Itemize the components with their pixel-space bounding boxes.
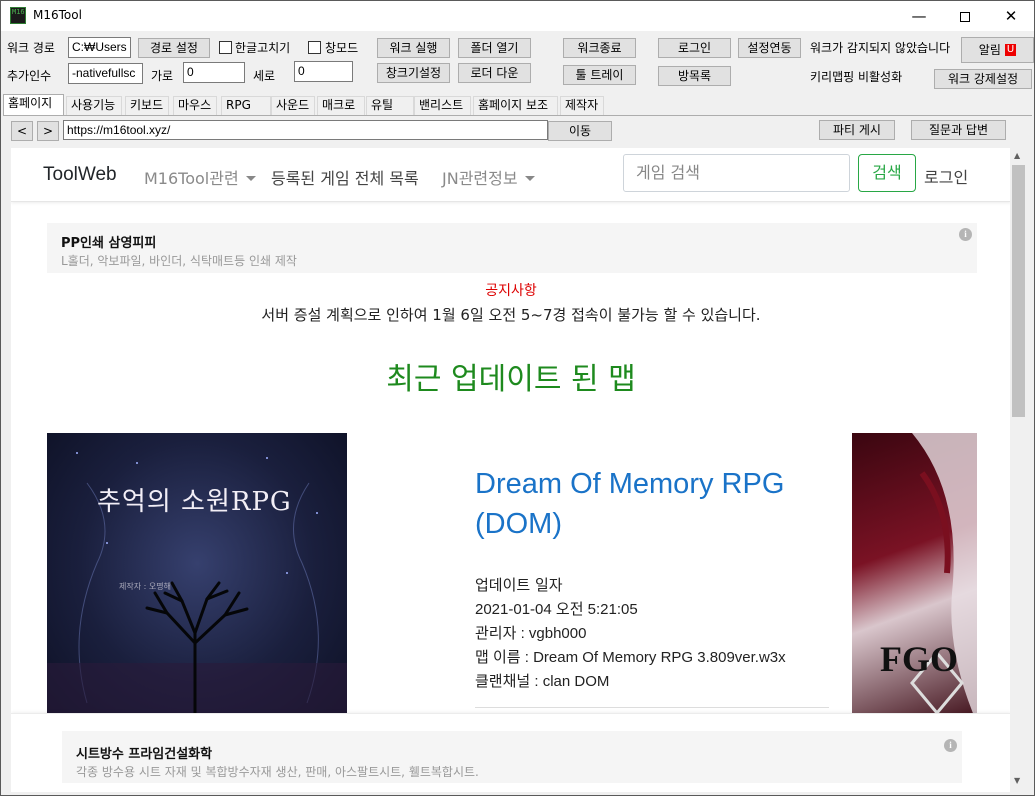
force-work-setting-button[interactable]: 워크 강제설정 — [934, 69, 1032, 89]
info-icon[interactable]: i — [944, 739, 957, 752]
ad-description: 각종 방수용 시트 자재 및 복합방수자재 생산, 판매, 아스팔트시트, 휄트… — [76, 765, 479, 779]
tab-homepage-assist[interactable]: 홈페이지 보조 — [473, 96, 558, 115]
caret-down-icon — [245, 176, 256, 181]
party-board-button[interactable]: 파티 게시 — [819, 120, 895, 140]
app-icon: M16 — [10, 7, 26, 24]
scroll-thumb[interactable] — [1012, 165, 1025, 417]
scroll-down-icon[interactable]: ▼ — [1014, 776, 1020, 785]
map-cover-image-2[interactable]: FGO — [852, 433, 977, 723]
work-run-button[interactable]: 워크 실행 — [377, 38, 450, 58]
bottom-ad-area: 시트방수 프라임건설화학 각종 방수용 시트 자재 및 복합방수자재 생산, 판… — [11, 713, 1011, 792]
extra-args-label: 추가인수 — [7, 69, 52, 83]
back-arrow-icon: < — [16, 124, 28, 138]
keymap-status-text: 키리맵핑 비활성화 — [810, 70, 903, 84]
tab-macro[interactable]: 매크로 — [317, 96, 365, 115]
extra-args-input[interactable]: -nativefullsc — [68, 63, 143, 84]
caret-down-icon — [524, 176, 535, 181]
site-login-link[interactable]: 로그인 — [924, 164, 968, 188]
clan-channel: 클랜채널 : clan DOM — [475, 673, 610, 690]
title-bar[interactable]: M16 M16Tool — ✕ — [1, 1, 1034, 31]
tab-author[interactable]: 제작자 — [560, 96, 604, 115]
tab-sound[interactable]: 사운드 — [271, 96, 315, 115]
alarm-button[interactable]: 알림 U — [961, 37, 1034, 63]
work-exit-button[interactable]: 워크종료 — [563, 38, 636, 58]
maximize-icon — [960, 11, 970, 22]
ad-banner-bottom[interactable]: 시트방수 프라임건설화학 각종 방수용 시트 자재 및 복합방수자재 생산, 판… — [62, 731, 962, 783]
cover-title: 추억의 소원RPG — [97, 487, 292, 517]
tab-homepage[interactable]: 홈페이지 — [3, 94, 64, 115]
open-folder-button[interactable]: 폴더 열기 — [458, 38, 531, 58]
ad-description: L홀더, 악보파일, 바인더, 식탁매트등 인쇄 제작 — [61, 254, 297, 268]
tool-tray-button[interactable]: 툴 트레이 — [563, 65, 636, 85]
nav-all-games[interactable]: 등록된 게임 전체 목록 — [271, 165, 419, 189]
qna-button[interactable]: 질문과 답변 — [911, 120, 1006, 140]
map-cover-image[interactable]: 추억의 소원RPG 제작자 : 오명해 — [47, 433, 347, 723]
loader-download-button[interactable]: 로더 다운 — [458, 63, 531, 83]
map-filename: 맵 이름 : Dream Of Memory RPG 3.809ver.w3x — [475, 649, 786, 666]
ad-title: 시트방수 프라임건설화학 — [76, 747, 213, 762]
settings-link-button[interactable]: 설정연동 — [738, 38, 801, 58]
hangul-fix-label: 한글고치기 — [235, 41, 291, 55]
alarm-badge: U — [1004, 44, 1017, 56]
site-brand[interactable]: ToolWeb — [43, 164, 117, 186]
tree-illustration — [47, 452, 347, 723]
search-button[interactable]: 검색 — [858, 154, 916, 192]
hangul-fix-checkbox[interactable] — [219, 41, 232, 54]
nav-jn-label: JN관련정보 — [442, 169, 518, 188]
ad-title: PP인쇄 삼영피피 — [61, 236, 157, 251]
scroll-up-icon[interactable]: ▲ — [1014, 151, 1020, 160]
work-status-text: 워크가 감지되지 않았습니다 — [810, 41, 951, 55]
tab-utility[interactable]: 유틸 — [366, 96, 414, 115]
tab-rpg[interactable]: RPG — [221, 96, 271, 115]
recent-maps-heading: 최근 업데이트 된 맵 — [386, 362, 636, 397]
window-size-setting-button[interactable]: 창크기설정 — [377, 63, 450, 83]
height-input[interactable]: 0 — [294, 61, 353, 82]
url-input[interactable]: https://m16tool.xyz/ — [63, 120, 548, 140]
go-button[interactable]: 이동 — [548, 121, 612, 141]
window-mode-label: 창모드 — [325, 41, 359, 55]
map-title-link[interactable]: Dream Of Memory RPG (DOM) — [475, 464, 835, 544]
close-icon: ✕ — [1004, 7, 1018, 25]
app-window: M16 M16Tool — ✕ 워크 경로 C:₩Users 경로 설정 한글고… — [0, 0, 1035, 796]
nav-jn-dropdown[interactable]: JN관련정보 — [442, 165, 535, 189]
tab-features[interactable]: 사용기능 — [66, 96, 122, 115]
site-navbar: ToolWeb M16Tool관련 등록된 게임 전체 목록 JN관련정보 게임… — [11, 148, 1011, 202]
cover2-text: FGO — [880, 639, 958, 679]
room-list-button[interactable]: 방목록 — [658, 66, 731, 86]
back-button[interactable]: < — [11, 121, 33, 141]
forward-button[interactable]: > — [37, 121, 59, 141]
info-icon[interactable]: i — [959, 228, 972, 241]
tab-mouse[interactable]: 마우스 — [173, 96, 217, 115]
cover-author: 제작자 : 오명해 — [119, 582, 171, 591]
window-mode-checkbox[interactable] — [308, 41, 321, 54]
tab-banlist[interactable]: 밴리스트 — [414, 96, 471, 115]
minimize-button[interactable]: — — [896, 1, 942, 31]
forward-arrow-icon: > — [42, 124, 54, 138]
width-label: 가로 — [151, 69, 174, 83]
game-search-input[interactable]: 게임 검색 — [623, 154, 850, 192]
minimize-icon: — — [911, 7, 927, 25]
nav-m16tool-label: M16Tool관련 — [144, 169, 239, 188]
notice-body: 서버 증설 계획으로 인하여 1월 6일 오전 5~7경 접속이 불가능 할 수… — [261, 306, 761, 324]
map-admin: 관리자 : vgbh000 — [475, 625, 587, 642]
update-date-value: 2021-01-04 오전 5:21:05 — [475, 601, 638, 618]
work-path-input[interactable]: C:₩Users — [68, 37, 131, 58]
maximize-button[interactable] — [942, 1, 988, 31]
width-input[interactable]: 0 — [183, 62, 245, 83]
close-button[interactable]: ✕ — [988, 1, 1034, 31]
tab-keyboard[interactable]: 키보드 — [125, 96, 169, 115]
divider — [475, 707, 829, 708]
window-title: M16Tool — [33, 8, 82, 22]
ad-banner-top[interactable]: PP인쇄 삼영피피 L홀더, 악보파일, 바인더, 식탁매트등 인쇄 제작 i — [47, 223, 977, 273]
web-scrollbar[interactable]: ▲ ▼ — [1010, 148, 1027, 792]
height-label: 세로 — [253, 69, 276, 83]
web-view[interactable]: ToolWeb M16Tool관련 등록된 게임 전체 목록 JN관련정보 게임… — [11, 148, 1027, 792]
update-date-label: 업데이트 일자 — [475, 576, 563, 594]
login-button[interactable]: 로그인 — [658, 38, 731, 58]
notice-title: 공지사항 — [485, 283, 537, 299]
path-setting-button[interactable]: 경로 설정 — [138, 38, 210, 58]
alarm-label: 알림 — [978, 43, 1001, 57]
work-path-label: 워크 경로 — [7, 41, 55, 55]
nav-m16tool-dropdown[interactable]: M16Tool관련 — [144, 165, 256, 189]
